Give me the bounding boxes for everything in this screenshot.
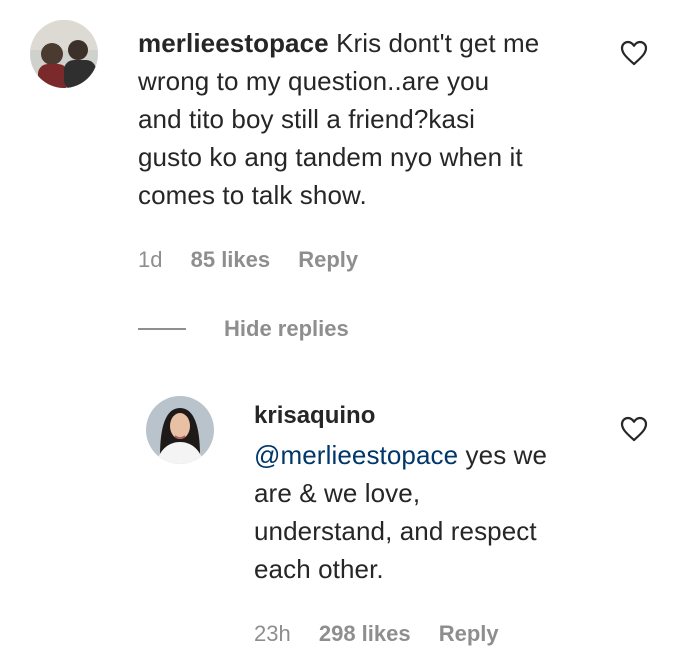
- reply-text: @merlieestopace yes we are & we love, un…: [254, 436, 614, 588]
- reply-line-3: understand, and respect: [254, 516, 537, 546]
- reply-username[interactable]: krisaquino: [254, 402, 375, 430]
- reply-time: 23h: [254, 621, 291, 646]
- comment: merlieestopace Kris dont't get me wrong …: [0, 0, 696, 300]
- comment-line-1: Kris dont't get me: [336, 28, 540, 58]
- reply-comment: krisaquino @merlieestopace yes we are & …: [0, 380, 696, 664]
- reply-avatar[interactable]: [146, 396, 214, 464]
- hide-replies-button[interactable]: Hide replies: [138, 314, 349, 344]
- reply-line-2: are & we love,: [254, 478, 421, 508]
- reply-like-heart-icon[interactable]: [620, 416, 648, 442]
- reply-line-4: each other.: [254, 554, 384, 584]
- comment-line-5: comes to talk show.: [138, 180, 367, 210]
- comment-likes[interactable]: 85 likes: [191, 247, 271, 272]
- comment-like-heart-icon[interactable]: [620, 40, 648, 66]
- reply-line-1: yes we: [465, 440, 548, 470]
- hide-replies-label: Hide replies: [224, 316, 349, 341]
- commenter-avatar[interactable]: [30, 20, 98, 88]
- comment-line-2: wrong to my question..are you: [138, 66, 490, 96]
- reply-mention[interactable]: @merlieestopace: [254, 440, 458, 470]
- comment-line-4: gusto ko ang tandem nyo when it: [138, 142, 523, 172]
- reply-meta: 23h 298 likes Reply: [254, 620, 521, 648]
- comment-text: merlieestopace Kris dont't get me wrong …: [138, 24, 608, 214]
- comment-reply-button[interactable]: Reply: [298, 247, 358, 272]
- comment-meta: 1d 85 likes Reply: [138, 246, 380, 274]
- reply-reply-button[interactable]: Reply: [439, 621, 499, 646]
- reply-likes[interactable]: 298 likes: [319, 621, 411, 646]
- comment-line-3: and tito boy still a friend?kasi: [138, 104, 476, 134]
- comment-username[interactable]: merlieestopace: [138, 28, 329, 58]
- comment-time: 1d: [138, 247, 163, 272]
- hide-replies-divider: [138, 328, 186, 330]
